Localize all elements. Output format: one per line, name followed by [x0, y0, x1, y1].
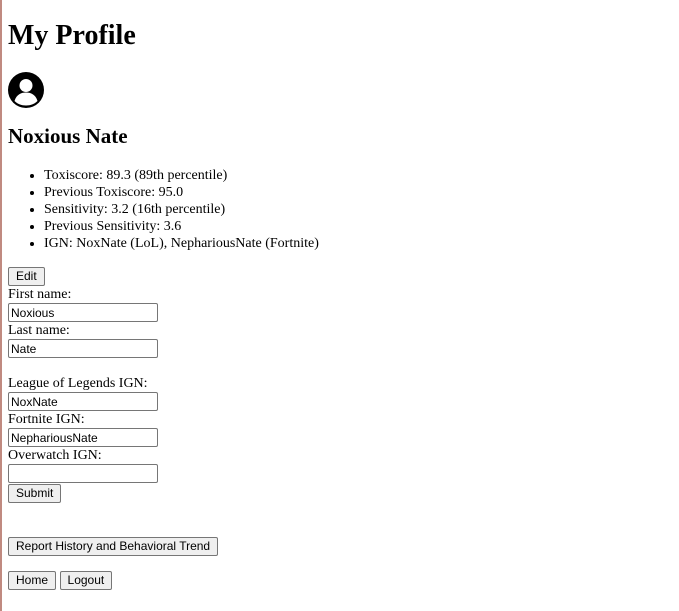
logout-button[interactable]: Logout: [59, 571, 113, 590]
overwatch-ign-label: Overwatch IGN:: [8, 448, 102, 463]
fortnite-ign-input[interactable]: [8, 428, 158, 447]
report-history-button[interactable]: Report History and Behavioral Trend: [8, 537, 219, 556]
stats-list: Toxiscore: 89.3 (89th percentile) Previo…: [8, 167, 679, 252]
edit-button[interactable]: Edit: [8, 267, 45, 286]
last-name-label: Last name:: [8, 323, 70, 338]
home-button[interactable]: Home: [8, 571, 57, 590]
stat-sensitivity: Sensitivity: 3.2 (16th percentile): [44, 201, 679, 218]
last-name-input[interactable]: [8, 339, 158, 358]
form-spacer: [8, 358, 679, 375]
first-name-input[interactable]: [8, 303, 158, 322]
first-name-label: First name:: [8, 287, 72, 302]
fortnite-ign-label: Fortnite IGN:: [8, 412, 85, 427]
profile-name: Noxious Nate: [8, 124, 128, 148]
left-border: [0, 0, 2, 611]
stat-previous-sensitivity: Previous Sensitivity: 3.6: [44, 218, 679, 235]
lol-ign-input[interactable]: [8, 392, 158, 411]
nav-buttons: Home Logout: [8, 571, 679, 590]
stat-ign: IGN: NoxNate (LoL), NephariousNate (Fort…: [44, 235, 679, 252]
submit-button[interactable]: Submit: [8, 484, 62, 503]
stat-previous-toxiscore: Previous Toxiscore: 95.0: [44, 184, 679, 201]
page-title: My Profile: [8, 20, 136, 51]
stat-toxiscore: Toxiscore: 89.3 (89th percentile): [44, 167, 679, 184]
profile-page: My Profile Noxious Nate Toxiscore: 89.3 …: [0, 0, 679, 590]
profile-form: First name: Last name: League of Legends…: [8, 286, 679, 503]
user-avatar-icon: [8, 72, 44, 108]
overwatch-ign-input[interactable]: [8, 464, 158, 483]
lol-ign-label: League of Legends IGN:: [8, 376, 148, 391]
